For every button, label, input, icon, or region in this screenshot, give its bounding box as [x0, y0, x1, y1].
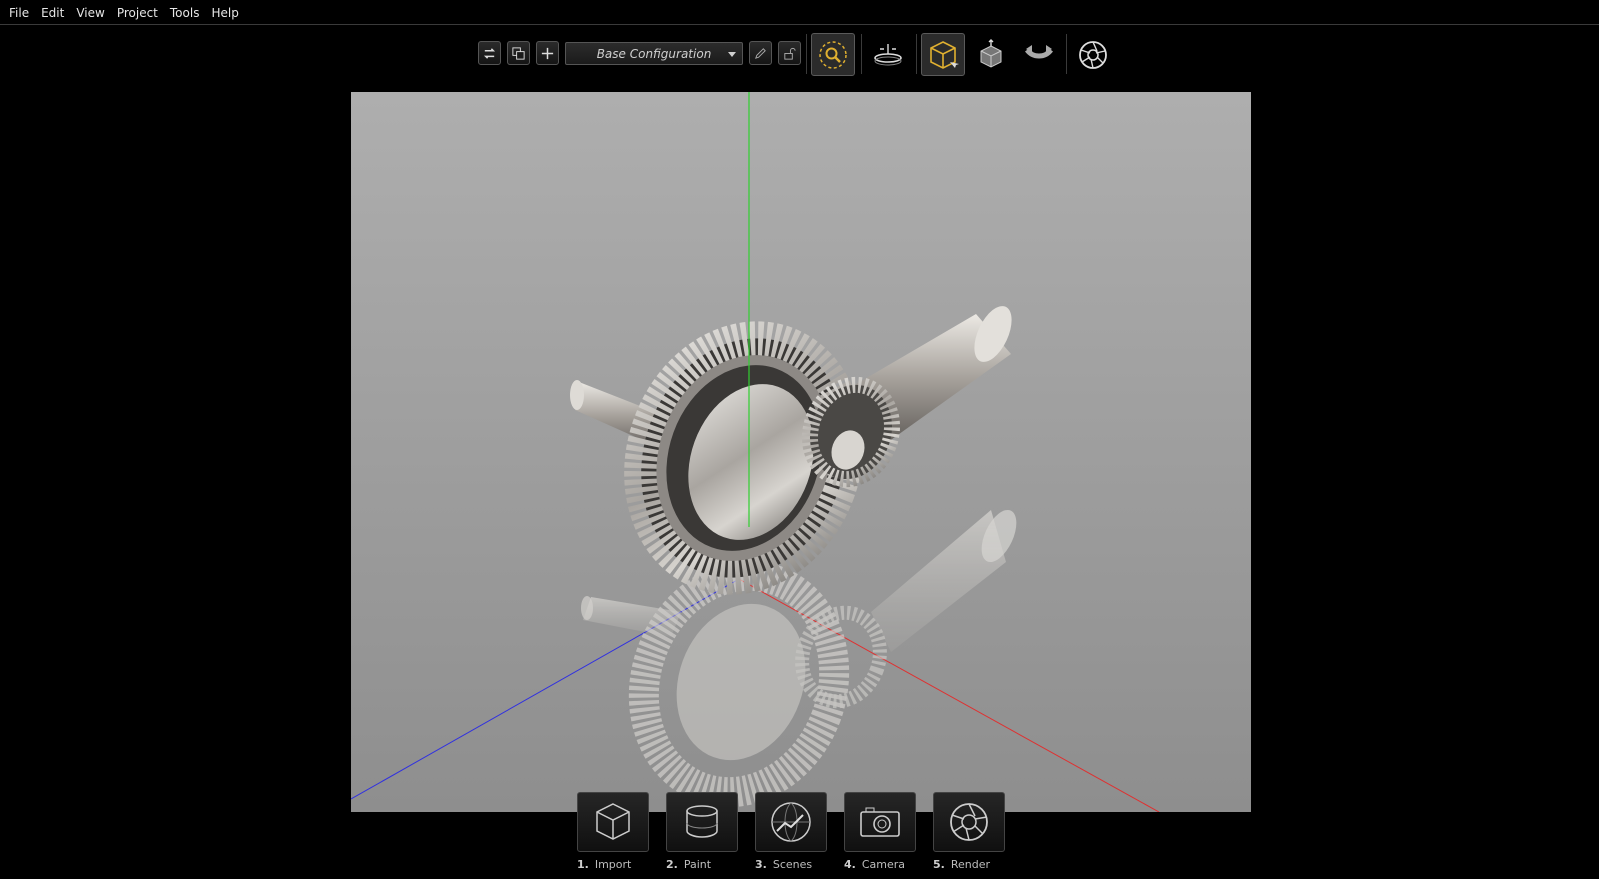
3d-viewport[interactable]	[351, 92, 1251, 812]
menu-tools[interactable]: Tools	[165, 2, 207, 24]
paint-tile[interactable]	[666, 792, 738, 852]
move-object-icon	[980, 38, 1002, 68]
chevron-down-icon	[728, 52, 736, 57]
configuration-value: Base Configuration	[596, 46, 712, 61]
toolbar-separator	[916, 34, 917, 74]
toolbar-separator	[861, 34, 862, 74]
dock-import-label: 1. Import	[577, 858, 632, 871]
rename-configuration-button[interactable]	[749, 41, 772, 65]
move-object-button[interactable]	[969, 33, 1013, 76]
dock-scenes-label: 3. Scenes	[755, 858, 813, 871]
aperture-icon	[950, 803, 988, 841]
dock-render-label: 5. Render	[933, 858, 991, 871]
swap-configuration-button[interactable]	[478, 41, 501, 65]
duplicate-icon	[512, 46, 525, 60]
cube-select-icon	[930, 40, 959, 69]
turntable-button[interactable]	[866, 33, 910, 76]
paint-icon	[686, 805, 718, 838]
menu-file[interactable]: File	[4, 2, 36, 24]
camera-tile[interactable]	[844, 792, 916, 852]
toolbar-separator	[806, 34, 807, 74]
dock-import[interactable]: 1. Import	[577, 792, 649, 871]
duplicate-configuration-button[interactable]	[507, 41, 530, 65]
menu-project[interactable]: Project	[112, 2, 165, 24]
menu-view[interactable]: View	[71, 2, 111, 24]
render-tile[interactable]	[933, 792, 1005, 852]
dock-scenes[interactable]: 3. Scenes	[755, 792, 827, 871]
dock-camera[interactable]: 4. Camera	[844, 792, 916, 871]
menu-bar: File Edit View Project Tools Help	[0, 2, 1599, 25]
plus-icon	[541, 47, 554, 59]
x-axis-line	[738, 578, 1160, 812]
dock-render[interactable]: 5. Render	[933, 792, 1005, 871]
rotate-object-icon	[1025, 44, 1053, 58]
dock-paint[interactable]: 2. Paint	[666, 792, 738, 871]
scenes-tile[interactable]	[755, 792, 827, 852]
dock-paint-label: 2. Paint	[666, 858, 712, 871]
camera-icon	[860, 807, 900, 837]
add-configuration-button[interactable]	[536, 41, 559, 65]
magnifier-icon	[819, 40, 847, 69]
menu-help[interactable]: Help	[206, 2, 245, 24]
lock-configuration-button[interactable]	[778, 41, 801, 65]
render-button[interactable]	[1071, 33, 1115, 76]
scene-canvas	[351, 92, 1160, 812]
menu-edit[interactable]: Edit	[36, 2, 71, 24]
scenes-icon	[771, 802, 811, 842]
configuration-dropdown[interactable]: Base Configuration	[565, 42, 743, 65]
rotate-object-button[interactable]	[1017, 33, 1061, 76]
zoom-to-fit-button[interactable]	[811, 33, 855, 76]
toolbar-separator	[1066, 34, 1067, 74]
cube-icon	[596, 803, 630, 840]
aperture-icon	[1079, 40, 1107, 69]
import-tile[interactable]	[577, 792, 649, 852]
pencil-icon	[755, 47, 766, 59]
dock-camera-label: 4. Camera	[844, 858, 906, 871]
unlock-icon	[784, 47, 796, 60]
swap-arrows-icon	[483, 47, 496, 59]
object-select-button[interactable]	[921, 33, 965, 76]
turntable-icon	[874, 43, 902, 65]
